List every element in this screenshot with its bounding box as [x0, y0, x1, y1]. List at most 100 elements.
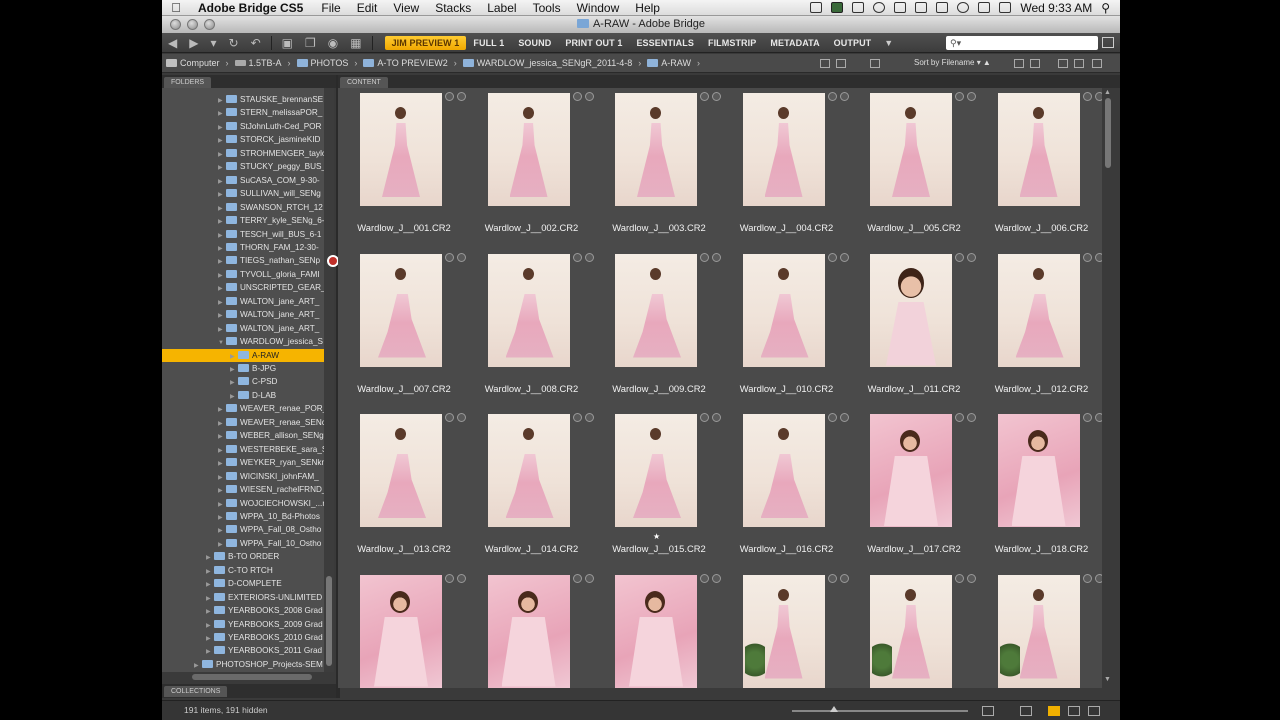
minimize-button[interactable]	[187, 19, 198, 30]
workspace-print-out-1[interactable]: PRINT OUT 1	[558, 36, 629, 50]
folder-item[interactable]: ▶ WIESEN_rachelFRND_	[162, 483, 334, 497]
thumbnail-image[interactable]	[742, 253, 825, 367]
folder-item[interactable]: ▶ TERRY_kyle_SENg_6-	[162, 214, 334, 228]
disclosure-triangle-icon[interactable]: ▶	[230, 364, 238, 376]
thumbnail-cell[interactable]: Wardlow_J__009.CR2	[595, 249, 723, 409]
thumbnail-image[interactable]	[615, 253, 697, 367]
folder-item[interactable]: ▶ WALTON_jane_ART_	[162, 295, 334, 309]
disclosure-triangle-icon[interactable]: ▶	[206, 620, 214, 632]
folder-item[interactable]: ▶ C-TO RTCH	[162, 564, 334, 578]
scroll-down-icon[interactable]: ▼	[1104, 676, 1111, 683]
folder-item[interactable]: ▶ WPPA_Fall_10_Ostho	[162, 537, 334, 551]
thumbnail-cell[interactable]: Wardlow_J__017.CR2	[850, 409, 978, 569]
folder-item[interactable]: ▶ PHOTOSHOP_Projects-SEM	[162, 658, 334, 672]
menu-file[interactable]: File	[313, 1, 348, 15]
thumbnail-image[interactable]	[487, 253, 570, 367]
folder-item[interactable]: ▶ D-LAB	[162, 389, 334, 403]
accessibility-icon[interactable]	[873, 2, 886, 13]
chevron-right-icon[interactable]: ›	[286, 58, 293, 68]
camera-icon[interactable]	[810, 2, 823, 13]
thumbnail-filename[interactable]: Wardlow_J__017.CR2	[850, 543, 978, 554]
disclosure-triangle-icon[interactable]: ▶	[218, 458, 226, 470]
disclosure-triangle-icon[interactable]: ▶	[218, 418, 226, 430]
compact-mode-icon[interactable]	[1102, 37, 1114, 48]
workspace-full-1[interactable]: FULL 1	[466, 36, 511, 50]
workspace-output[interactable]: OUTPUT	[827, 36, 879, 50]
view-thumbnails-icon[interactable]	[1048, 706, 1060, 716]
thumbnail-cell[interactable]: Wardlow_J__011.CR2	[850, 249, 978, 409]
thumbnail-image[interactable]	[487, 414, 570, 527]
disclosure-triangle-icon[interactable]: ▶	[206, 566, 214, 578]
thumbnail-image[interactable]	[742, 414, 825, 527]
crumb-a-raw[interactable]: A-RAW	[643, 58, 695, 68]
delete-icon[interactable]	[1092, 59, 1102, 68]
new-folder-icon[interactable]	[1074, 59, 1084, 68]
thumbnail-image[interactable]	[615, 93, 697, 206]
thumbnail-cell[interactable]	[468, 570, 596, 689]
thumbnail-cell[interactable]: ★ Wardlow_J__015.CR2	[595, 409, 723, 569]
menu-help[interactable]: Help	[627, 1, 668, 15]
thumbnail-filename[interactable]: Wardlow_J__010.CR2	[723, 383, 851, 394]
disclosure-triangle-icon[interactable]: ▶	[230, 377, 238, 389]
menu-edit[interactable]: Edit	[349, 1, 386, 15]
sort-dropdown[interactable]: Sort by Filename ▾ ▲	[914, 58, 991, 67]
input-icon[interactable]	[936, 2, 949, 13]
disclosure-triangle-icon[interactable]: ▶	[206, 646, 214, 658]
volume-icon[interactable]	[999, 2, 1012, 13]
disclosure-triangle-icon[interactable]: ▶	[218, 108, 226, 120]
folder-item[interactable]: ▶ STUCKY_peggy_BUS_	[162, 160, 334, 174]
folder-item[interactable]: ▶ YEARBOOKS_2011 Grad	[162, 644, 334, 658]
folder-item[interactable]: ▶ TYVOLL_gloria_FAMI	[162, 268, 334, 282]
folder-item[interactable]: ▶ STROHMENGER_taylo	[162, 147, 334, 161]
thumbnail-filename[interactable]: Wardlow_J__013.CR2	[340, 543, 468, 554]
workspace-more-icon[interactable]: ▼	[878, 38, 899, 48]
folder-item[interactable]: ▶ STERN_melissaPOR_	[162, 106, 334, 120]
disclosure-triangle-icon[interactable]: ▶	[218, 431, 226, 443]
scroll-thumb[interactable]	[1105, 98, 1111, 168]
thumbnail-filename[interactable]: Wardlow_J__005.CR2	[850, 222, 978, 233]
folder-item[interactable]: ▶ B-JPG	[162, 362, 334, 376]
folder-item[interactable]: ▶ TIEGS_nathan_SENp	[162, 254, 334, 268]
thumbnail-cell[interactable]	[723, 570, 851, 689]
thumbnail-image[interactable]	[870, 253, 952, 367]
thumbnail-cell[interactable]: Wardlow_J__005.CR2	[850, 88, 978, 248]
folder-item[interactable]: ▶ WOJCIECHOWSKI_...r	[162, 497, 334, 511]
folder-item[interactable]: ▶ STAUSKE_brennanSE	[162, 93, 334, 107]
rotate-left-icon[interactable]	[1014, 59, 1024, 68]
folder-item[interactable]: ▶ UNSCRIPTED_GEAR_C	[162, 281, 334, 295]
crumb-photos[interactable]: PHOTOS	[293, 58, 353, 68]
recent-dropdown-icon[interactable]: ▾	[204, 36, 222, 50]
thumbnail-image[interactable]	[997, 574, 1080, 688]
disclosure-triangle-icon[interactable]: ▶	[194, 660, 202, 672]
thumbnail-image[interactable]	[360, 414, 442, 527]
thumbnail-image[interactable]	[997, 414, 1080, 527]
folder-item[interactable]: ▶ EXTERIORS-UNLIMITED	[162, 591, 334, 605]
content-scrollbar[interactable]: ▲ ▼	[1102, 88, 1114, 688]
view-grid-icon[interactable]	[1020, 706, 1032, 716]
thumbnail-image[interactable]	[487, 574, 570, 688]
disclosure-triangle-icon[interactable]: ▶	[218, 176, 226, 188]
thumbnail-cell[interactable]	[340, 570, 468, 689]
time-machine-icon[interactable]	[957, 2, 970, 13]
chevron-right-icon[interactable]: ›	[224, 58, 231, 68]
chevron-right-icon[interactable]: ›	[636, 58, 643, 68]
disclosure-triangle-icon[interactable]: ▶	[218, 216, 226, 228]
search-input[interactable]: ⚲▾	[946, 36, 1098, 50]
thumbnail-filename[interactable]: Wardlow_J__018.CR2	[978, 543, 1103, 554]
disclosure-triangle-icon[interactable]: ▶	[218, 162, 226, 174]
menubar-clock[interactable]: Wed 9:33 AM	[1020, 1, 1092, 15]
thumbnail-image[interactable]	[615, 414, 697, 527]
folders-scrollbar[interactable]	[324, 88, 334, 682]
crumb-computer[interactable]: Computer	[162, 58, 224, 68]
disclosure-triangle-icon[interactable]: ▶	[218, 256, 226, 268]
folder-item[interactable]: ▶ WEAVER_renae_POR_	[162, 402, 334, 416]
display-icon[interactable]	[915, 2, 928, 13]
menu-tools[interactable]: Tools	[525, 1, 569, 15]
thumbnail-filename[interactable]: Wardlow_J__007.CR2	[340, 383, 468, 394]
folders-hscrollbar[interactable]	[162, 672, 334, 682]
disclosure-triangle-icon[interactable]: ▶	[218, 270, 226, 282]
folder-item[interactable]: ▶ B-TO ORDER	[162, 550, 334, 564]
thumbnail-filename[interactable]: Wardlow_J__006.CR2	[978, 222, 1103, 233]
disclosure-triangle-icon[interactable]: ▶	[206, 633, 214, 645]
folder-item[interactable]: ▶ WEAVER_renae_SENc	[162, 416, 334, 430]
